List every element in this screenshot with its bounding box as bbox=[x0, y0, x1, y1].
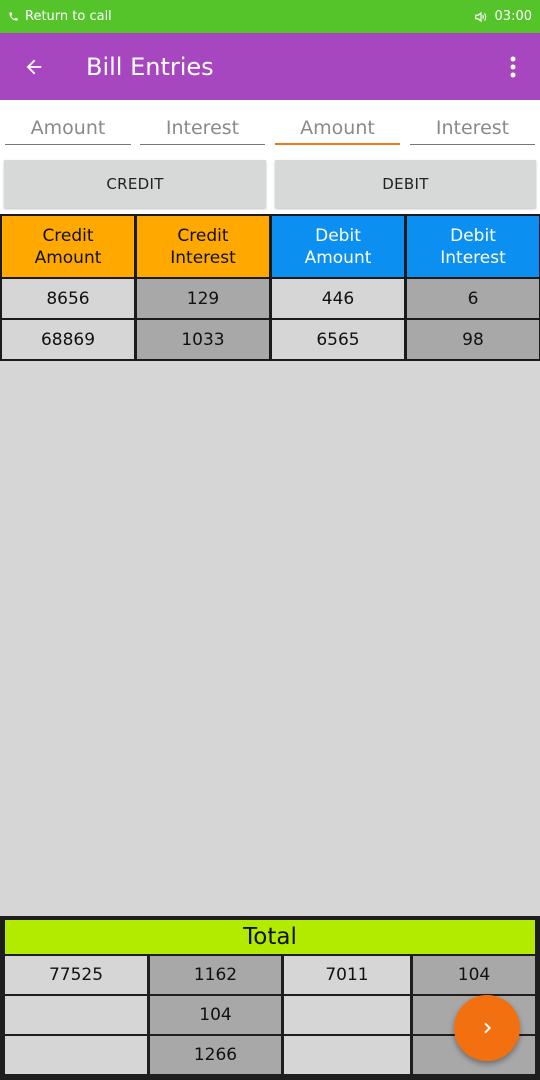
status-bar: Return to call 03:00 bbox=[0, 0, 540, 33]
return-to-call[interactable]: Return to call bbox=[8, 9, 112, 24]
more-vert-icon bbox=[510, 56, 516, 77]
total-panel: Total 77525 1162 7011 104 104 1266 bbox=[0, 916, 540, 1080]
page-title: Bill Entries bbox=[86, 52, 214, 81]
header-debit-interest: Debit Interest bbox=[407, 216, 539, 277]
next-fab-button[interactable] bbox=[454, 995, 520, 1061]
table-cell[interactable]: 1033 bbox=[137, 320, 269, 359]
table-cell[interactable]: 129 bbox=[137, 279, 269, 318]
back-button[interactable] bbox=[0, 33, 68, 100]
credit-interest-input[interactable] bbox=[140, 112, 265, 145]
table-cell[interactable]: 68869 bbox=[2, 320, 134, 359]
action-buttons: CREDIT DEBIT bbox=[0, 156, 540, 214]
speaker-icon bbox=[474, 11, 486, 22]
chevron-right-icon bbox=[484, 1022, 492, 1034]
header-credit-interest: Credit Interest bbox=[137, 216, 269, 277]
total-cell bbox=[5, 1036, 147, 1074]
total-cell: 77525 bbox=[5, 956, 147, 994]
credit-button[interactable]: CREDIT bbox=[4, 160, 266, 208]
table-cell[interactable]: 6565 bbox=[272, 320, 404, 359]
app-bar: Bill Entries bbox=[0, 33, 540, 100]
total-cell: 1162 bbox=[150, 956, 281, 994]
total-cell: 104 bbox=[150, 996, 281, 1034]
table-cell[interactable]: 446 bbox=[272, 279, 404, 318]
total-cell: 1266 bbox=[150, 1036, 281, 1074]
table-cell[interactable]: 8656 bbox=[2, 279, 134, 318]
return-to-call-label: Return to call bbox=[25, 9, 112, 24]
total-cell: 104 bbox=[413, 956, 535, 994]
total-cell bbox=[284, 1036, 410, 1074]
debit-interest-input[interactable] bbox=[410, 112, 535, 145]
table-cell[interactable]: 6 bbox=[407, 279, 539, 318]
debit-button[interactable]: DEBIT bbox=[275, 160, 536, 208]
header-debit-amount: Debit Amount bbox=[272, 216, 404, 277]
overflow-menu-button[interactable] bbox=[486, 33, 540, 100]
entries-table: Credit Amount Credit Interest Debit Amount … bbox=[0, 214, 540, 361]
phone-icon bbox=[9, 12, 18, 21]
credit-amount-input[interactable] bbox=[5, 112, 131, 145]
total-cell: 7011 bbox=[284, 956, 410, 994]
total-header: Total bbox=[5, 920, 535, 954]
entry-inputs bbox=[0, 100, 540, 156]
back-arrow-icon bbox=[26, 59, 42, 74]
total-cell bbox=[284, 996, 410, 1034]
clock: 03:00 bbox=[494, 9, 532, 24]
table-cell[interactable]: 98 bbox=[407, 320, 539, 359]
total-cell bbox=[5, 996, 147, 1034]
header-credit-amount: Credit Amount bbox=[2, 216, 134, 277]
debit-amount-input[interactable] bbox=[275, 112, 400, 145]
